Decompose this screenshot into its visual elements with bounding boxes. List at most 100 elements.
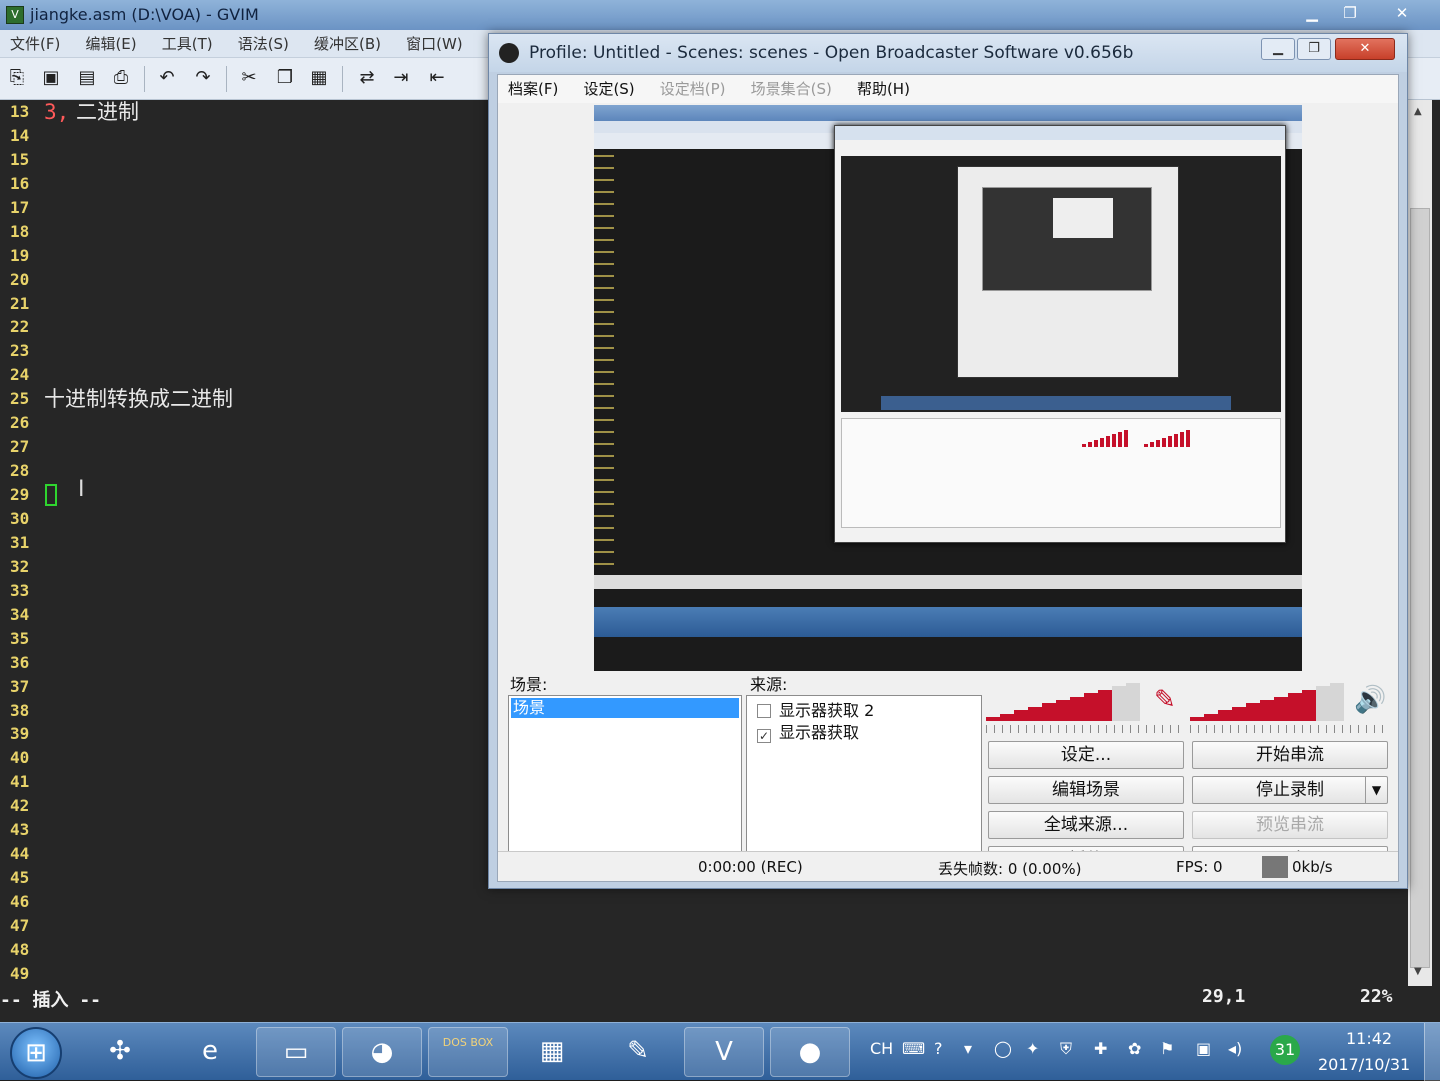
vim-line[interactable]: 15 [0, 148, 480, 172]
gvim-scrollbar[interactable]: ▲ ▼ [1408, 100, 1432, 986]
paint-brush-icon[interactable]: ✎ [598, 1027, 678, 1077]
volume-icon[interactable]: ◂) [1228, 1039, 1242, 1058]
scroll-up-icon[interactable]: ▲ [1414, 106, 1422, 117]
vim-line[interactable]: 31 [0, 531, 480, 555]
source-item[interactable]: 显示器获取 2 [757, 700, 874, 722]
obs-maximize-icon[interactable]: ❐ [1297, 38, 1331, 60]
vim-line[interactable]: 48 [0, 938, 480, 962]
obs-menu-file[interactable]: 档案(F) [498, 75, 568, 103]
menu-buffers[interactable]: 缓冲区(B) [304, 30, 391, 58]
obs-icon[interactable]: ● [770, 1027, 850, 1077]
vim-line[interactable]: 17 [0, 196, 480, 220]
vim-line[interactable]: 43 [0, 818, 480, 842]
obs-menu-help[interactable]: 帮助(H) [847, 75, 920, 103]
plus-icon[interactable]: ✚ [1094, 1039, 1107, 1058]
vim-line[interactable]: 45 [0, 866, 480, 890]
scrollbar-thumb[interactable] [1410, 208, 1430, 968]
settings-button[interactable]: 设定... [988, 741, 1184, 769]
menu-syntax[interactable]: 语法(S) [228, 30, 299, 58]
vim-line[interactable]: 32 [0, 555, 480, 579]
stop-record-button[interactable]: 停止录制 ▼ [1192, 776, 1388, 804]
source-item[interactable]: ✓ 显示器获取 [757, 722, 859, 744]
save-icon[interactable]: ▣ [38, 66, 64, 90]
obs-menu-settings[interactable]: 设定(S) [573, 75, 644, 103]
gvim-text-area[interactable]: 13 3, 二进制 14 15 16 17 18 19 20 21 22 23 24 25 十进制转换成二进… [0, 100, 490, 986]
vim-line[interactable]: 28 [0, 459, 480, 483]
scene-item[interactable]: 场景 [511, 698, 739, 718]
vim-line[interactable]: 47 [0, 914, 480, 938]
close-icon[interactable]: ✕ [1382, 2, 1422, 24]
copy-icon[interactable]: ❐ [272, 66, 298, 90]
security-icon[interactable]: ⛨ [1060, 1039, 1072, 1059]
find-prev-icon[interactable]: ⇤ [424, 66, 450, 90]
vim-line[interactable]: 40 [0, 746, 480, 770]
vim-line[interactable]: 30 [0, 507, 480, 531]
explorer-icon[interactable]: ▭ [256, 1027, 336, 1077]
calculator-icon[interactable]: ▦ [512, 1027, 592, 1077]
vim-line[interactable]: 42 [0, 794, 480, 818]
menu-edit[interactable]: 编辑(E) [75, 30, 146, 58]
preview-stream-button[interactable]: 预览串流 [1192, 811, 1388, 839]
flag-icon[interactable]: ⚑ [1160, 1039, 1174, 1058]
start-stream-button[interactable]: 开始串流 [1192, 741, 1388, 769]
find-next-icon[interactable]: ⇥ [388, 66, 414, 90]
vim-line[interactable]: 23 [0, 339, 480, 363]
start-button[interactable]: ⊞ [10, 1027, 62, 1079]
vim-line[interactable]: 38 [0, 699, 480, 723]
vim-line[interactable]: 18 [0, 220, 480, 244]
tray-badge[interactable]: 31 [1270, 1035, 1300, 1065]
speaker-icon[interactable]: 🔊 [1354, 685, 1386, 715]
shield-icon[interactable]: ◯ [994, 1039, 1012, 1058]
show-desktop-button[interactable] [1424, 1023, 1440, 1081]
obs-menu-profile[interactable]: 设定档(P) [650, 75, 736, 103]
global-sources-button[interactable]: 全域来源... [988, 811, 1184, 839]
menu-window[interactable]: 窗口(W) [396, 30, 473, 58]
obs-menu-scene-collection[interactable]: 场景集合(S) [741, 75, 842, 103]
network-icon[interactable]: ▣ [1196, 1039, 1211, 1058]
sources-list[interactable]: 显示器获取 2 ✓ 显示器获取 [746, 695, 982, 877]
edit-scene-button[interactable]: 编辑场景 [988, 776, 1184, 804]
clock-date[interactable]: 2017/10/31 [1318, 1055, 1410, 1074]
redo-icon[interactable]: ↷ [190, 66, 216, 90]
vim-line[interactable]: 25 十进制转换成二进制 [0, 387, 480, 411]
vim-line[interactable]: 27 [0, 435, 480, 459]
print-icon[interactable]: ⎙ [108, 66, 134, 90]
obs-close-icon[interactable]: ✕ [1335, 38, 1395, 60]
tray-expand-icon[interactable]: ▾ [964, 1039, 972, 1058]
vim-line[interactable]: 49 [0, 962, 480, 986]
vim-line[interactable]: 46 [0, 890, 480, 914]
dosbox-icon[interactable]: DOS BOX [428, 1027, 508, 1077]
vim-line[interactable]: 14 [0, 124, 480, 148]
paint-icon[interactable]: ◕ [342, 1027, 422, 1077]
obs-minimize-icon[interactable]: ▁ [1261, 38, 1295, 60]
vim-line[interactable]: 16 [0, 172, 480, 196]
chat-icon[interactable]: ✿ [1128, 1039, 1141, 1058]
scroll-down-icon[interactable]: ▼ [1414, 966, 1422, 977]
find-replace-icon[interactable]: ⇄ [354, 66, 380, 90]
vim-line[interactable]: 36 [0, 651, 480, 675]
language-indicator[interactable]: CH [870, 1039, 893, 1058]
keyboard-icon[interactable]: ⌨ [902, 1039, 925, 1058]
desktop-volume-meter[interactable]: 🔊 [1190, 677, 1390, 733]
open-icon[interactable]: ⎘ [4, 66, 30, 90]
gvim-icon[interactable]: V [684, 1027, 764, 1077]
obs-titlebar[interactable]: Profile: Untitled - Scenes: scenes - Ope… [489, 34, 1407, 72]
maximize-icon[interactable]: ❐ [1330, 2, 1370, 24]
microphone-icon[interactable]: ✎ [1154, 685, 1176, 715]
tray-app-icon[interactable]: ✦ [1026, 1039, 1039, 1058]
vim-line[interactable]: 19 [0, 244, 480, 268]
paste-icon[interactable]: ▦ [306, 66, 332, 90]
vim-line[interactable]: 39 [0, 722, 480, 746]
vim-line[interactable]: 26 [0, 411, 480, 435]
vim-line[interactable]: 29 [0, 483, 480, 507]
menu-file[interactable]: 文件(F) [0, 30, 70, 58]
vim-line[interactable]: 41 [0, 770, 480, 794]
vim-line[interactable]: 37 [0, 675, 480, 699]
source-checkbox[interactable] [757, 704, 771, 718]
source-checkbox[interactable]: ✓ [757, 729, 771, 743]
save-all-icon[interactable]: ▤ [74, 66, 100, 90]
help-icon[interactable]: ? [934, 1039, 943, 1058]
vim-line[interactable]: 22 [0, 315, 480, 339]
menu-tools[interactable]: 工具(T) [152, 30, 223, 58]
dropdown-arrow-icon[interactable]: ▼ [1365, 777, 1387, 803]
